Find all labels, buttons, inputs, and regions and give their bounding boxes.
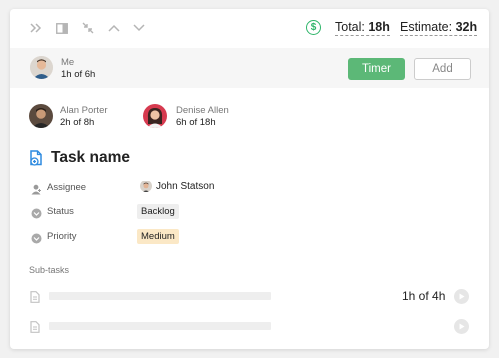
estimate-time[interactable]: Estimate: 32h [400,20,478,36]
task-title[interactable]: Task name [51,149,130,167]
collapse-arrows-icon[interactable] [81,21,95,35]
assignee-person-icon [31,182,42,195]
my-time-row: Me 1h of 6h Timer Add [10,48,489,88]
me-hours: 1h of 6h [61,69,96,80]
total-time[interactable]: Total: 18h [335,20,390,36]
document-icon [30,320,40,333]
total-value: 18h [368,20,390,34]
assignee-value[interactable]: John Statson [156,181,214,192]
subtask-hours: 1h of 4h [402,289,446,303]
task-document-icon [29,150,44,166]
status-dot-icon [31,206,42,219]
denise-allen-hours: 6h of 18h [176,117,216,128]
add-button[interactable]: Add [414,58,471,80]
avatar-denise-allen [143,104,167,128]
status-value[interactable]: Backlog [137,204,179,219]
timer-button[interactable]: Timer [348,58,405,80]
toolbar: $ Total: 18h Estimate: 32h [10,9,489,48]
avatar-john-statson [140,180,152,192]
subtask-name-placeholder[interactable] [49,322,271,330]
denise-allen-name: Denise Allen [176,105,229,116]
document-icon [30,290,40,303]
subtasks-heading: Sub-tasks [29,265,70,275]
priority-value[interactable]: Medium [137,229,179,244]
priority-label: Priority [47,231,77,242]
play-icon[interactable] [454,289,469,304]
task-card: $ Total: 18h Estimate: 32h Me 1h of 6h T… [10,9,489,349]
sidebar-panel-icon[interactable] [55,21,69,35]
play-icon[interactable] [454,319,469,334]
alan-porter-hours: 2h of 8h [60,117,95,128]
chevron-down-icon[interactable] [132,21,146,35]
dollar-icon[interactable]: $ [306,20,321,35]
expand-double-chevron-icon[interactable] [29,21,43,35]
avatar-me [30,56,53,79]
avatar-alan-porter [29,104,53,128]
priority-dot-icon [31,231,42,244]
assignee-label: Assignee [47,182,87,193]
total-label: Total: [335,20,369,34]
estimate-value: 32h [455,20,478,34]
estimate-label: Estimate: [400,20,456,34]
alan-porter-name: Alan Porter [60,105,108,116]
subtask-name-placeholder[interactable] [49,292,271,300]
me-name: Me [61,57,75,68]
status-label: Status [47,206,74,217]
chevron-up-icon[interactable] [107,21,121,35]
